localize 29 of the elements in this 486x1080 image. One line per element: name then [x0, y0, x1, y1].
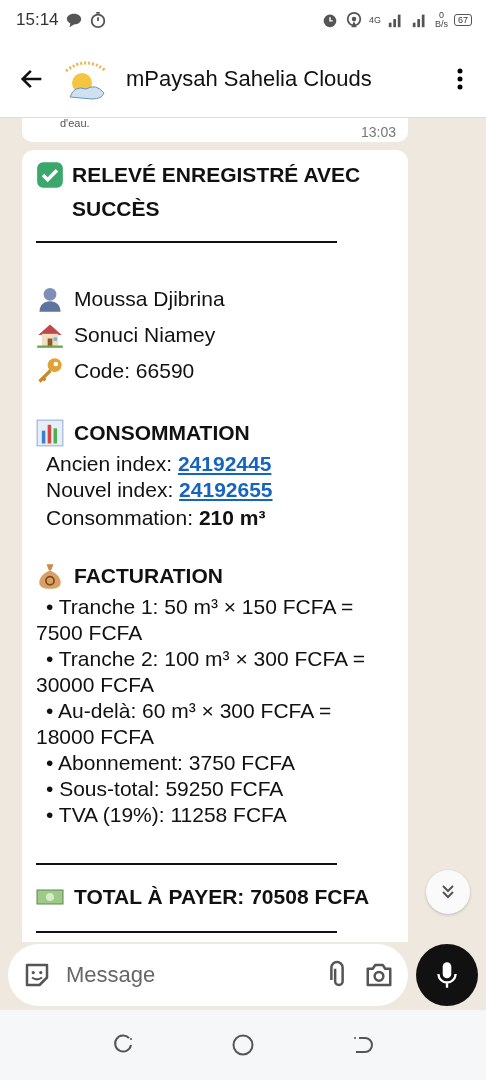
- detail-text: Code: 66590: [74, 358, 195, 384]
- speed-unit: B/s: [434, 20, 448, 29]
- message-text: d'eau.: [60, 118, 90, 129]
- billing-line: • TVA (19%): 11258 FCFA: [45, 802, 288, 828]
- index-line: Ancien index: 24192445: [46, 452, 272, 475]
- billing-line: • Abonnement: 3750 FCFA: [45, 750, 296, 776]
- clock-time: 15:14: [16, 10, 59, 30]
- detail-text: Moussa Djibrina: [74, 286, 225, 312]
- separator-line: ———————————————: [36, 228, 338, 252]
- section-heading: FACTURATION: [74, 563, 223, 589]
- billing-line: • Sous-total: 59250 FCFA: [45, 776, 285, 802]
- index-link[interactable]: 24192655: [179, 478, 273, 501]
- billing-line: • Au-delà: 60 m³ × 300 FCFA = 18000 FCFA: [36, 698, 333, 750]
- index-line: Nouvel index: 24192655: [46, 478, 273, 501]
- speed-value: 0: [438, 11, 444, 20]
- separator-line: ———————————————: [36, 850, 338, 874]
- billing-line: • Tranche 1: 50 m³ × 150 FCFA = 7500 FCFA: [36, 594, 355, 646]
- message-time: 13:03: [360, 124, 396, 140]
- section-heading: CONSOMMATION: [74, 420, 250, 446]
- message-field[interactable]: Message: [8, 944, 408, 1006]
- consumption-total: Consommation: 210 m³: [46, 506, 266, 529]
- separator-line: ———————————————: [36, 918, 338, 942]
- message-title: RELEVÉ ENREGISTRÉ AVEC SUCCÈS: [72, 162, 362, 222]
- billing-line: • Tranche 2: 100 m³ × 300 FCFA = 30000 FCFA: [36, 646, 367, 698]
- network-type: 4G: [368, 15, 381, 25]
- battery-level: 67: [454, 14, 472, 26]
- detail-text: Sonuci Niamey: [74, 322, 216, 348]
- total-amount: TOTAL À PAYER: 70508 FCFA: [74, 884, 370, 910]
- index-link[interactable]: 24192445: [177, 452, 272, 475]
